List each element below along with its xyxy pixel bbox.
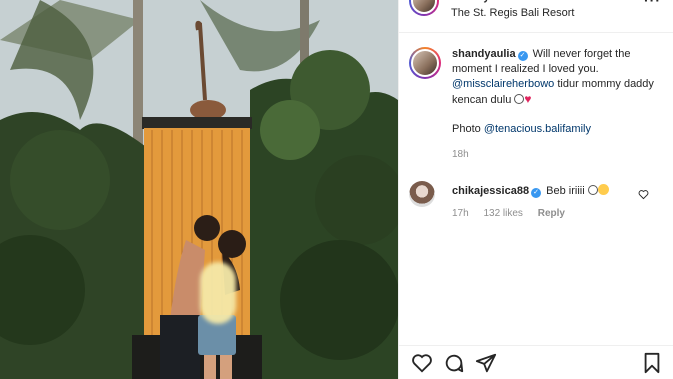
comment-item: chikajessica88 ✓ Beb iriiii 17h 132 likes… [409,181,667,219]
share-icon[interactable] [475,352,497,374]
comment-avatar[interactable] [409,181,435,207]
red-heart-emoji-icon: ♥ [524,92,532,106]
smirk-emoji-icon [587,185,598,195]
comment-reply-button[interactable]: Reply [538,208,565,219]
smirk-emoji-icon [514,94,525,104]
comment-text: Beb iriiii [546,185,585,197]
comment-likes[interactable]: 132 likes [483,208,522,219]
verified-icon: ✓ [517,51,528,61]
caption-timestamp[interactable]: 18h [452,147,667,162]
censor-blur [200,262,236,324]
comment-icon[interactable] [443,352,465,374]
caption-avatar[interactable] [409,47,441,79]
post-location[interactable]: The St. Regis Bali Resort [451,7,575,19]
smile-emoji-icon [597,184,609,195]
comment-username[interactable]: chikajessica88 [452,185,529,197]
photo-scene [0,0,398,379]
post-panel: shandyaulia The St. Regis Bali Resort ··… [398,0,673,379]
post-header: shandyaulia The St. Regis Bali Resort ··… [399,0,673,33]
comment-timestamp[interactable]: 17h [452,208,469,219]
post-caption: shandyaulia ✓ Will never forget the momen… [409,47,667,162]
heart-icon[interactable] [411,352,433,374]
caption-mention-1[interactable]: @missclaireherbowo [452,78,554,90]
caption-username[interactable]: shandyaulia [452,48,516,60]
post-actions [399,345,673,379]
comment-like-heart-icon[interactable] [638,189,649,203]
post-photo[interactable] [0,0,398,379]
author-username[interactable]: shandyaulia [451,0,515,3]
caption-photo-prefix: Photo [452,123,481,135]
bookmark-icon[interactable] [641,352,663,374]
more-icon[interactable]: ··· [644,0,661,8]
caption-mention-2[interactable]: @tenacious.balifamily [484,123,591,135]
verified-icon: ✓ [531,188,542,198]
author-avatar[interactable] [409,0,439,16]
